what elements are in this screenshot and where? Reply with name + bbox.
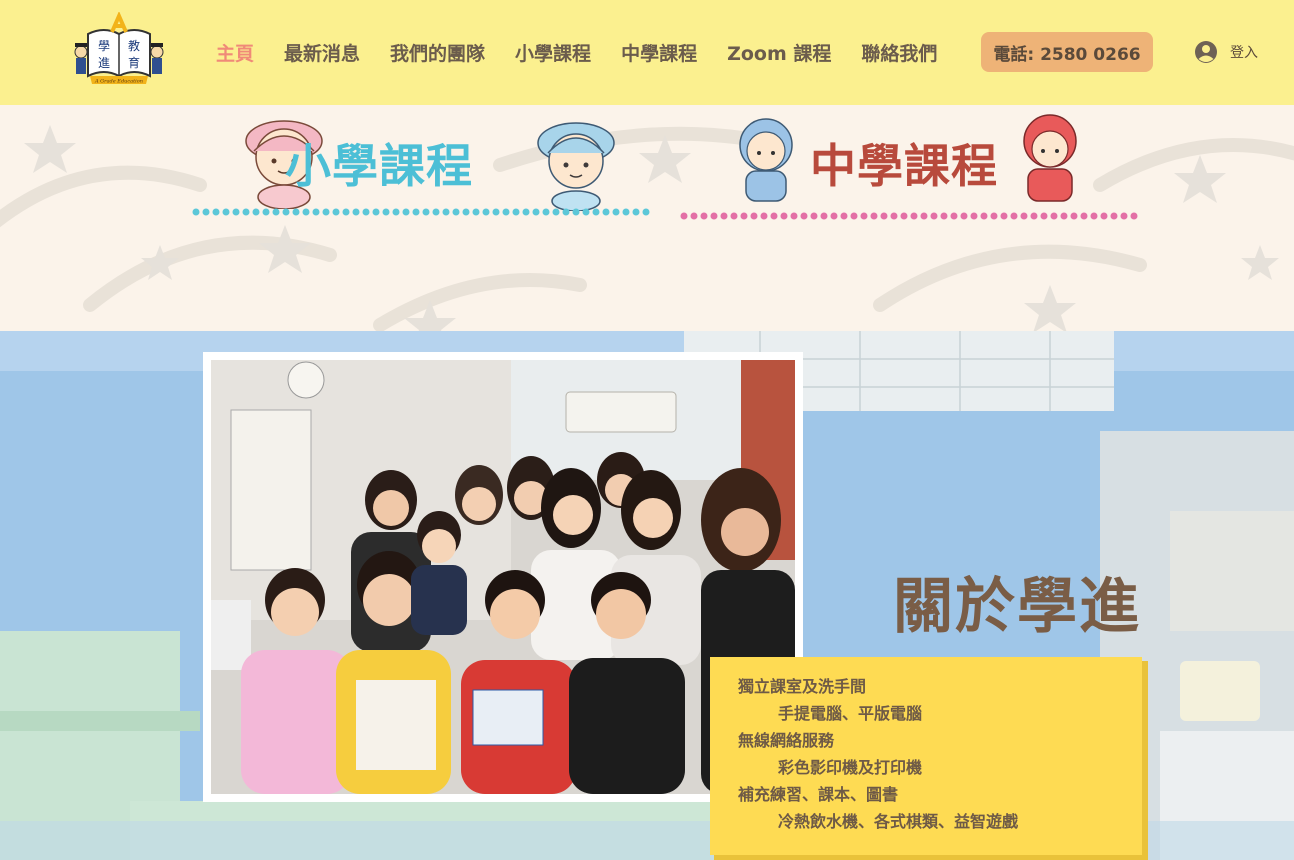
nav-item-news[interactable]: 最新消息 bbox=[284, 39, 360, 66]
login-label: 登入 bbox=[1230, 45, 1258, 61]
secondary-dotted-divider bbox=[680, 212, 1144, 220]
girl-red-coat-icon bbox=[1023, 114, 1077, 202]
facility-item: 無線網絡服務 bbox=[738, 731, 835, 750]
nav-item-zoom-courses[interactable]: Zoom 課程 bbox=[727, 39, 831, 66]
logo-graphic: A Grade Education 學 教 進 育 bbox=[74, 11, 164, 85]
boy-blue-hat-icon bbox=[537, 122, 615, 211]
secondary-course-title: 中學課程 bbox=[810, 139, 998, 193]
facility-item: 冷熱飲水機、各式棋類、益智遊戲 bbox=[778, 812, 1019, 831]
about-title: 關於學進 bbox=[893, 572, 1141, 642]
nav-item-secondary-courses[interactable]: 中學課程 bbox=[621, 39, 697, 66]
site-logo[interactable]: A Grade Education 學 教 進 育 bbox=[74, 11, 164, 88]
boy-blue-coat-icon bbox=[739, 118, 793, 202]
facilities-list: 獨立課室及洗手間 手提電腦、平版電腦 無線網絡服務 彩色影印機及打印機 補充練習… bbox=[710, 657, 1142, 855]
nav-item-contact[interactable]: 聯絡我們 bbox=[861, 39, 937, 66]
primary-dotted-divider bbox=[192, 208, 656, 216]
facility-item: 補充練習、課本、圖書 bbox=[738, 785, 899, 804]
logo-char-3: 進 bbox=[98, 56, 110, 70]
primary-course-link[interactable]: 小學課程 bbox=[190, 105, 660, 223]
user-avatar-icon bbox=[1195, 41, 1217, 63]
logo-char-2: 教 bbox=[128, 38, 140, 53]
nav-item-home[interactable]: 主頁 bbox=[216, 39, 254, 66]
logo-tagline: A Grade Education bbox=[94, 79, 143, 85]
primary-course-title: 小學課程 bbox=[285, 139, 473, 193]
nav-item-primary-courses[interactable]: 小學課程 bbox=[515, 39, 591, 66]
about-section: 關於學進 獨立課室及洗手間 手提電腦、平版電腦 無線網絡服務 彩色影印機及打印機… bbox=[0, 331, 1294, 860]
course-banner: 小學課程 中學課程 bbox=[0, 105, 1294, 331]
site-header: A Grade Education 學 教 進 育 主頁 最新消息 我們的團隊 … bbox=[0, 0, 1294, 105]
login-button[interactable]: 登入 bbox=[1194, 40, 1258, 64]
facility-item: 手提電腦、平版電腦 bbox=[778, 704, 923, 723]
phone-button[interactable]: 電話: 2580 0266 bbox=[981, 32, 1153, 72]
secondary-course-link[interactable]: 中學課程 bbox=[678, 105, 1148, 223]
logo-char-4: 育 bbox=[128, 55, 140, 70]
nav-item-team[interactable]: 我們的團隊 bbox=[390, 39, 485, 66]
facility-item: 彩色影印機及打印機 bbox=[778, 758, 923, 777]
group-photo bbox=[211, 360, 795, 794]
main-nav: 主頁 最新消息 我們的團隊 小學課程 中學課程 Zoom 課程 聯絡我們 bbox=[216, 38, 937, 66]
facility-item: 獨立課室及洗手間 bbox=[738, 677, 867, 696]
logo-char-1: 學 bbox=[98, 39, 110, 53]
